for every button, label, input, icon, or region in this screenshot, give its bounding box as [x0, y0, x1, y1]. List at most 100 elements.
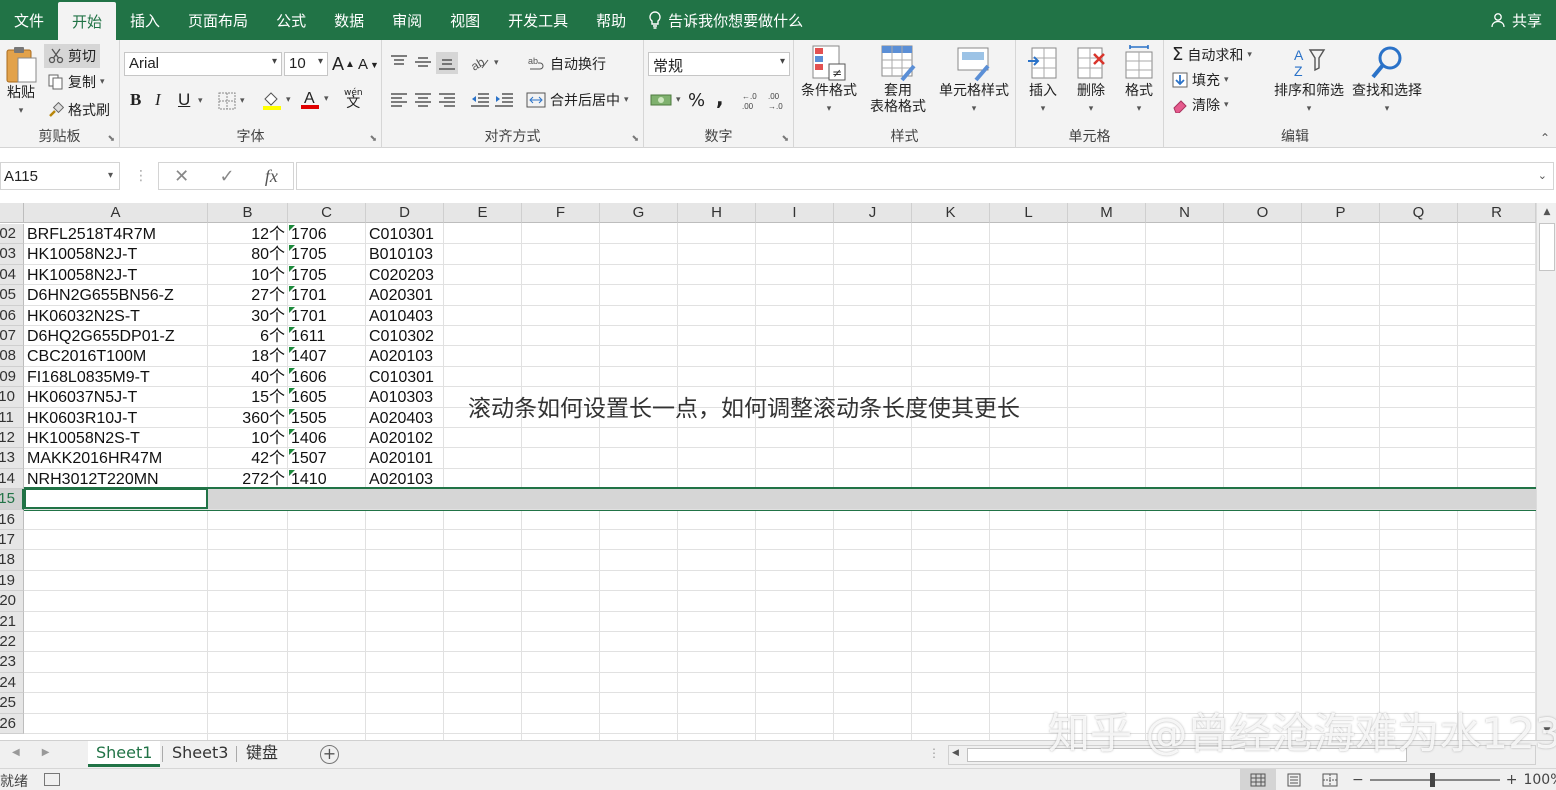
- cell-D105[interactable]: A020301: [369, 285, 441, 305]
- error-indicator-icon[interactable]: [289, 429, 295, 435]
- row-header[interactable]: 123: [0, 652, 24, 673]
- sort-filter-button[interactable]: AZ 排序和筛选 ▾: [1270, 44, 1348, 118]
- cell-B114[interactable]: 272个: [211, 469, 285, 489]
- cell-C111[interactable]: 1505: [291, 408, 363, 428]
- copy-button[interactable]: 复制 ▾: [48, 72, 105, 92]
- row-header[interactable]: 109: [0, 366, 24, 388]
- cell-A111[interactable]: HK0603R10J-T: [27, 408, 205, 428]
- tab-splitter[interactable]: ⋮: [928, 746, 940, 760]
- insert-cells-button[interactable]: 插入 ▾: [1020, 44, 1066, 118]
- expand-formula-icon[interactable]: ⌄: [1538, 169, 1547, 182]
- delete-cells-button[interactable]: 删除 ▾: [1068, 44, 1114, 118]
- column-header-E[interactable]: E: [444, 203, 522, 223]
- column-header-C[interactable]: C: [288, 203, 366, 223]
- column-header-D[interactable]: D: [366, 203, 444, 223]
- cell-A106[interactable]: HK06032N2S-T: [27, 306, 205, 326]
- share-button[interactable]: 共享: [1490, 0, 1542, 40]
- align-top-icon[interactable]: [390, 54, 408, 70]
- cut-button[interactable]: 剪切: [44, 44, 100, 68]
- collapse-ribbon-icon[interactable]: ⌃: [1540, 131, 1550, 145]
- zoom-in-icon[interactable]: +: [1506, 772, 1518, 788]
- row-header[interactable]: 108: [0, 346, 24, 367]
- error-indicator-icon[interactable]: [289, 347, 295, 354]
- cell-A113[interactable]: MAKK2016HR47M: [27, 448, 205, 468]
- error-indicator-icon[interactable]: [289, 265, 295, 272]
- conditional-format-button[interactable]: ≠ 条件格式 ▾: [798, 44, 860, 118]
- cell-C114[interactable]: 1410: [291, 469, 363, 489]
- underline-button[interactable]: U: [178, 90, 190, 110]
- scroll-left-icon[interactable]: ◀: [952, 748, 959, 758]
- cell-C112[interactable]: 1406: [291, 428, 363, 448]
- horizontal-scroll-thumb[interactable]: [967, 748, 1407, 762]
- cell-B104[interactable]: 10个: [211, 265, 285, 285]
- align-middle-icon[interactable]: [414, 54, 432, 70]
- zoom-slider[interactable]: [1369, 773, 1500, 787]
- cell-A103[interactable]: HK10058N2J-T: [27, 244, 205, 264]
- copy-dropdown-arrow[interactable]: ▾: [100, 77, 105, 87]
- cell-C109[interactable]: 1606: [291, 367, 363, 387]
- cell-D111[interactable]: A020403: [369, 408, 441, 428]
- cell-C102[interactable]: 1706: [291, 224, 363, 244]
- column-header-N[interactable]: N: [1146, 203, 1224, 223]
- cancel-icon[interactable]: ✕: [174, 166, 189, 187]
- cell-B113[interactable]: 42个: [211, 448, 285, 468]
- cell-C108[interactable]: 1407: [291, 346, 363, 366]
- format-as-table-button[interactable]: 套用 表格格式: [860, 44, 936, 116]
- row-header[interactable]: 106: [0, 305, 24, 326]
- scroll-down-icon[interactable]: ▼: [1537, 722, 1556, 740]
- row-header[interactable]: 120: [0, 591, 24, 612]
- cell-C106[interactable]: 1701: [291, 306, 363, 326]
- menu-tab-9[interactable]: 帮助: [582, 0, 640, 40]
- cell-A112[interactable]: HK10058N2S-T: [27, 428, 205, 448]
- fill-button[interactable]: 填充 ▾: [1172, 70, 1229, 90]
- row-header[interactable]: 103: [0, 244, 24, 265]
- cell-A104[interactable]: HK10058N2J-T: [27, 265, 205, 285]
- menu-tab-8[interactable]: 开发工具: [494, 0, 582, 40]
- cell-A114[interactable]: NRH3012T220MN: [27, 469, 205, 489]
- row-header[interactable]: 126: [0, 713, 24, 734]
- cell-D102[interactable]: C010301: [369, 224, 441, 244]
- menu-tab-4[interactable]: 公式: [262, 0, 320, 40]
- cell-C113[interactable]: 1507: [291, 448, 363, 468]
- cell-D107[interactable]: C010302: [369, 326, 441, 346]
- column-header-G[interactable]: G: [600, 203, 678, 223]
- zoom-out-icon[interactable]: −: [1352, 772, 1364, 788]
- error-indicator-icon[interactable]: [289, 408, 295, 415]
- horizontal-scrollbar[interactable]: ◀: [948, 745, 1536, 765]
- confirm-icon[interactable]: ✓: [219, 166, 234, 187]
- cell-B109[interactable]: 40个: [211, 367, 285, 387]
- normal-view-button[interactable]: [1240, 769, 1276, 790]
- column-header-M[interactable]: M: [1068, 203, 1146, 223]
- align-right-icon[interactable]: [438, 92, 456, 108]
- comma-button[interactable]: ,: [716, 86, 724, 110]
- cell-A109[interactable]: FI168L0835M9-T: [27, 367, 205, 387]
- scroll-up-icon[interactable]: ▲: [1537, 203, 1556, 221]
- number-launcher-icon[interactable]: ⬊: [781, 134, 789, 144]
- cell-A110[interactable]: HK06037N5J-T: [27, 387, 205, 407]
- cell-B103[interactable]: 80个: [211, 244, 285, 264]
- column-header-H[interactable]: H: [678, 203, 756, 223]
- cell-C104[interactable]: 1705: [291, 265, 363, 285]
- error-indicator-icon[interactable]: [289, 306, 295, 313]
- row-header[interactable]: 107: [0, 326, 24, 347]
- page-layout-view-button[interactable]: [1276, 769, 1312, 790]
- font-color-button[interactable]: A ▾: [300, 88, 329, 110]
- paste-dropdown-arrow[interactable]: ▾: [19, 102, 24, 120]
- zoom-level[interactable]: 100%: [1523, 772, 1556, 788]
- cell-D104[interactable]: C020203: [369, 265, 441, 285]
- formula-bar-grip[interactable]: ⋮: [134, 168, 148, 184]
- menu-tab-6[interactable]: 审阅: [378, 0, 436, 40]
- column-header-I[interactable]: I: [756, 203, 834, 223]
- cell-A105[interactable]: D6HN2G655BN56-Z: [27, 285, 205, 305]
- spreadsheet-grid[interactable]: ABCDEFGHIJKLMNOPQR 102BRFL2518T4R7M 12个 170…: [0, 203, 1536, 740]
- row-header[interactable]: 105: [0, 285, 24, 306]
- font-name-select[interactable]: Arial ▾: [124, 52, 282, 76]
- cell-D108[interactable]: A020103: [369, 346, 441, 366]
- cell-D114[interactable]: A020103: [369, 469, 441, 489]
- cell-B110[interactable]: 15个: [211, 387, 285, 407]
- borders-button[interactable]: ▾: [218, 92, 245, 110]
- row-header[interactable]: 125: [0, 693, 24, 714]
- column-header-B[interactable]: B: [208, 203, 288, 223]
- fill-color-button[interactable]: ▾: [262, 90, 291, 110]
- format-painter-button[interactable]: 格式刷: [48, 100, 110, 120]
